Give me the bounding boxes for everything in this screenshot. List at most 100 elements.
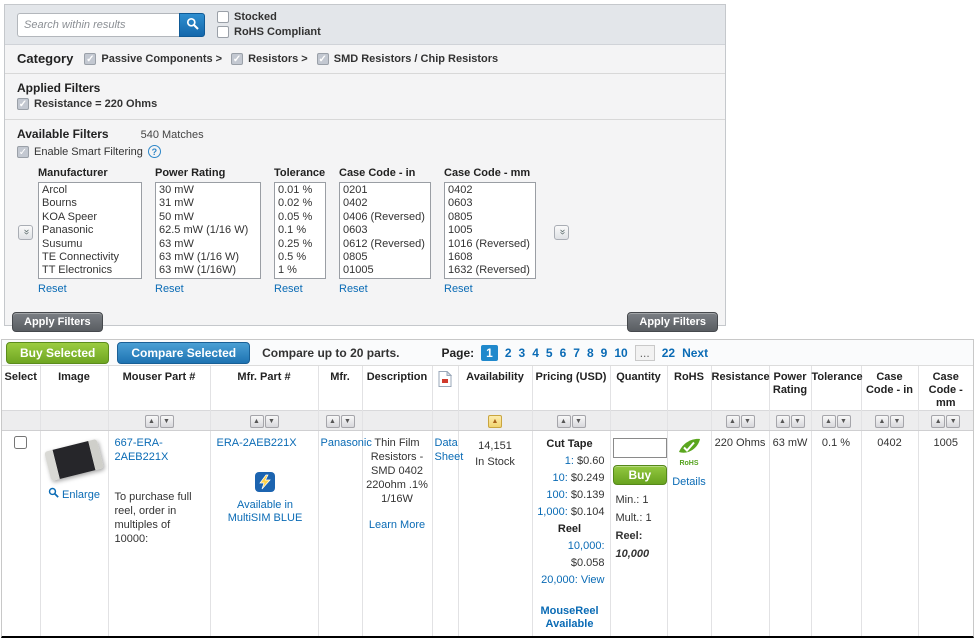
stocked-checkbox[interactable]: [217, 11, 229, 23]
sort-desc-button[interactable]: ▼: [341, 415, 355, 428]
price-qty-link[interactable]: 100:: [546, 489, 567, 501]
applied-filter-checkbox[interactable]: ✓: [17, 98, 29, 110]
page-link-last[interactable]: 22: [662, 346, 675, 360]
page-ellipsis[interactable]: ...: [635, 345, 655, 361]
sort-desc-button[interactable]: ▼: [160, 415, 174, 428]
smart-filtering-checkbox[interactable]: ✓: [17, 146, 29, 158]
price-qty-link[interactable]: 1,000:: [537, 506, 568, 518]
page-link[interactable]: 3: [519, 346, 526, 360]
manufacturer-link[interactable]: Panasonic: [321, 437, 372, 449]
sort-desc-button[interactable]: ▼: [791, 415, 805, 428]
page-link[interactable]: 4: [532, 346, 539, 360]
help-icon[interactable]: ?: [148, 145, 161, 158]
sort-asc-button[interactable]: ▲: [145, 415, 159, 428]
page-link[interactable]: 8: [587, 346, 594, 360]
filter-option[interactable]: 31 mW: [159, 197, 257, 210]
reset-link[interactable]: Reset: [339, 283, 368, 295]
filter-option[interactable]: 0201: [343, 184, 427, 197]
case-code-mm-listbox[interactable]: 04020603080510051016 (Reversed)16081632 …: [444, 182, 536, 279]
filter-option[interactable]: 0.02 %: [278, 197, 322, 210]
buy-button[interactable]: Buy: [613, 465, 668, 485]
quantity-input[interactable]: [613, 438, 667, 458]
stocked-checkbox-row[interactable]: Stocked: [217, 11, 321, 23]
mouser-part-link[interactable]: 667-ERA-2AEB221X: [115, 437, 169, 463]
page-link[interactable]: 5: [546, 346, 553, 360]
sort-asc-button-active[interactable]: ▲: [488, 415, 502, 428]
part-image[interactable]: [44, 439, 104, 481]
apply-filters-button-right[interactable]: Apply Filters: [627, 312, 718, 332]
price-view-link[interactable]: View: [581, 574, 605, 586]
page-link[interactable]: 2: [505, 346, 512, 360]
sort-asc-button[interactable]: ▲: [326, 415, 340, 428]
smart-filtering-row[interactable]: ✓ Enable Smart Filtering ?: [17, 145, 713, 158]
filter-option[interactable]: 0.1 %: [278, 224, 322, 237]
sort-desc-button[interactable]: ▼: [837, 415, 851, 428]
learn-more-link[interactable]: Learn More: [365, 518, 430, 532]
sort-desc-button[interactable]: ▼: [741, 415, 755, 428]
filter-option[interactable]: 0612 (Reversed): [343, 238, 427, 251]
rohs-details-link[interactable]: Details: [670, 475, 709, 489]
page-link[interactable]: 7: [573, 346, 580, 360]
sort-asc-button[interactable]: ▲: [822, 415, 836, 428]
sort-asc-button[interactable]: ▲: [931, 415, 945, 428]
filter-option[interactable]: Bourns: [42, 197, 138, 210]
filter-option[interactable]: TT Electronics: [42, 264, 138, 277]
rohs-compliant-checkbox-row[interactable]: RoHS Compliant: [217, 26, 321, 38]
filter-option[interactable]: 0805: [343, 251, 427, 264]
sort-asc-button[interactable]: ▲: [557, 415, 571, 428]
sort-asc-button[interactable]: ▲: [250, 415, 264, 428]
enlarge-link[interactable]: Enlarge: [48, 487, 100, 502]
filter-option[interactable]: 0.05 %: [278, 211, 322, 224]
category-checkbox[interactable]: ✓: [317, 53, 329, 65]
sort-desc-button[interactable]: ▼: [890, 415, 904, 428]
search-input[interactable]: [17, 13, 179, 37]
compare-selected-button[interactable]: Compare Selected: [117, 342, 250, 364]
price-qty-link[interactable]: 1:: [565, 455, 574, 467]
filter-option[interactable]: 0.5 %: [278, 251, 322, 264]
filter-option[interactable]: 0402: [343, 197, 427, 210]
rohs-compliant-checkbox[interactable]: [217, 26, 229, 38]
manufacturer-listbox[interactable]: ArcolBournsKOA SpeerPanasonicSusumuTE Co…: [38, 182, 142, 279]
mousereel-link[interactable]: MouseReel Available: [535, 605, 605, 631]
sort-desc-button[interactable]: ▼: [265, 415, 279, 428]
sort-desc-button[interactable]: ▼: [946, 415, 960, 428]
filter-option[interactable]: KOA Speer: [42, 211, 138, 224]
category-checkbox[interactable]: ✓: [231, 53, 243, 65]
reset-link[interactable]: Reset: [155, 283, 184, 295]
filter-option[interactable]: 50 mW: [159, 211, 257, 224]
filter-option[interactable]: 01005: [343, 264, 427, 277]
applied-filter-resistance[interactable]: ✓ Resistance = 220 Ohms: [17, 98, 713, 110]
apply-filters-button-left[interactable]: Apply Filters: [12, 312, 103, 332]
reset-link[interactable]: Reset: [444, 283, 473, 295]
filter-option[interactable]: 0.01 %: [278, 184, 322, 197]
filter-option[interactable]: TE Connectivity: [42, 251, 138, 264]
page-next-link[interactable]: Next: [682, 346, 708, 360]
sort-asc-button[interactable]: ▲: [875, 415, 889, 428]
filter-option[interactable]: 0.25 %: [278, 238, 322, 251]
price-qty-link[interactable]: 20,000:: [541, 574, 578, 586]
price-qty-link[interactable]: 10:: [552, 472, 567, 484]
page-link[interactable]: 10: [614, 346, 627, 360]
breadcrumb-passive-components[interactable]: ✓ Passive Components >: [84, 53, 222, 65]
buy-selected-button[interactable]: Buy Selected: [6, 342, 109, 364]
filter-option[interactable]: 0603: [343, 224, 427, 237]
filter-option[interactable]: 0406 (Reversed): [343, 211, 427, 224]
filter-option[interactable]: 63 mW (1/16 W): [159, 251, 257, 264]
filter-option[interactable]: 63 mW: [159, 238, 257, 251]
select-part-checkbox[interactable]: [14, 436, 27, 449]
tolerance-listbox[interactable]: 0.01 %0.02 %0.05 %0.1 %0.25 %0.5 %1 %: [274, 182, 326, 279]
multisim-link[interactable]: Available in MultiSIM BLUE: [217, 499, 314, 525]
breadcrumb-resistors[interactable]: ✓ Resistors >: [231, 53, 308, 65]
expand-filters-left-button[interactable]: »: [18, 225, 33, 240]
filter-option[interactable]: 1608: [448, 251, 532, 264]
category-checkbox[interactable]: ✓: [84, 53, 96, 65]
power-rating-listbox[interactable]: 30 mW31 mW50 mW62.5 mW (1/16 W)63 mW63 m…: [155, 182, 261, 279]
filter-option[interactable]: Panasonic: [42, 224, 138, 237]
filter-option[interactable]: 1016 (Reversed): [448, 238, 532, 251]
sort-asc-button[interactable]: ▲: [726, 415, 740, 428]
filter-option[interactable]: 0805: [448, 211, 532, 224]
filter-option[interactable]: 30 mW: [159, 184, 257, 197]
filter-option[interactable]: 62.5 mW (1/16 W): [159, 224, 257, 237]
page-current[interactable]: 1: [481, 345, 498, 361]
filter-option[interactable]: 0603: [448, 197, 532, 210]
